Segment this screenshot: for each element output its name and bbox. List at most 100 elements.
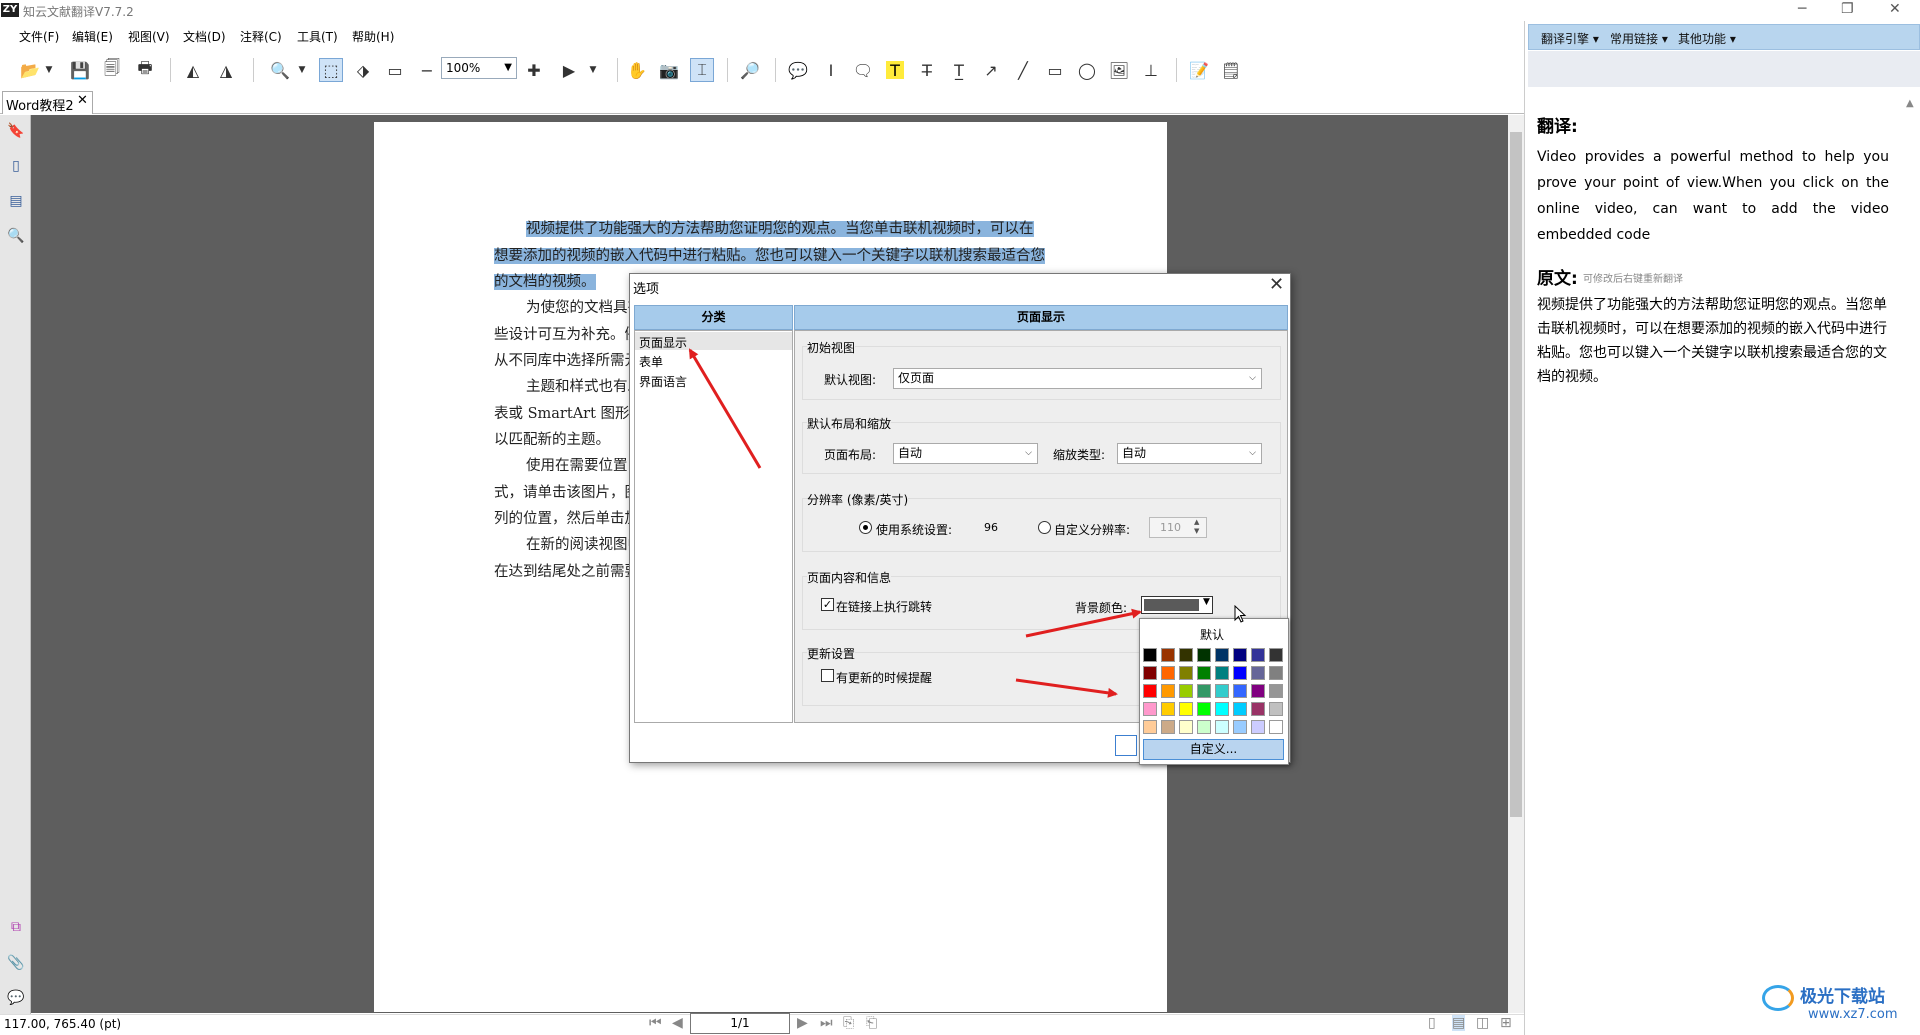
close-window-button[interactable]: ✕ <box>1889 1 1901 21</box>
palette-swatch[interactable] <box>1233 666 1247 680</box>
last-page-icon[interactable]: ⏭ <box>820 1015 833 1031</box>
palette-swatch[interactable] <box>1251 684 1265 698</box>
play-dropdown-icon[interactable]: ▼ <box>586 58 600 82</box>
forward-icon[interactable]: ⎗ <box>866 1015 877 1031</box>
spinner-arrows-icon[interactable]: ▲ ▼ <box>1194 518 1199 536</box>
print-icon[interactable]: 🖶 <box>133 58 157 82</box>
palette-swatch[interactable] <box>1233 720 1247 734</box>
palette-default-option[interactable]: 默认 <box>1200 626 1224 643</box>
layers-icon[interactable]: ▤ <box>5 190 27 212</box>
palette-swatch[interactable] <box>1233 684 1247 698</box>
category-page-display[interactable]: 页面显示 <box>639 334 687 351</box>
menu-document[interactable]: 文档(D) <box>183 28 226 45</box>
palette-swatch[interactable] <box>1269 720 1283 734</box>
minimize-button[interactable]: ─ <box>1798 1 1806 21</box>
palette-swatch[interactable] <box>1269 648 1283 662</box>
palette-swatch[interactable] <box>1233 702 1247 716</box>
palette-swatch[interactable] <box>1269 702 1283 716</box>
dialog-close-icon[interactable]: ✕ <box>1269 274 1284 295</box>
open-folder-icon[interactable]: 📂 <box>18 58 42 82</box>
palette-swatch[interactable] <box>1161 720 1175 734</box>
underline-icon[interactable]: T̲ <box>947 58 971 82</box>
rotate-right-icon[interactable]: ◮ <box>214 58 238 82</box>
fit-page-icon[interactable]: ⬚ <box>319 58 343 82</box>
palette-swatch[interactable] <box>1251 666 1265 680</box>
save-all-icon[interactable]: 🗐 <box>100 58 124 82</box>
other-functions-menu[interactable]: 其他功能 ▾ <box>1678 30 1736 47</box>
thumbnail-icon[interactable]: ▯ <box>5 155 27 177</box>
zoom-select[interactable]: 100% ▼ <box>441 57 517 79</box>
find-icon[interactable]: 🔎 <box>738 58 762 82</box>
palette-swatch[interactable] <box>1251 648 1265 662</box>
palette-swatch[interactable] <box>1179 648 1193 662</box>
image-tool-icon[interactable]: 🖼 <box>1107 58 1131 82</box>
callout-icon[interactable]: 🗨 <box>851 58 875 82</box>
zoom-dropdown-icon[interactable]: ▼ <box>295 58 309 82</box>
zoom-out-icon[interactable]: − <box>415 58 439 82</box>
two-page-view-icon[interactable]: ◫ <box>1476 1015 1489 1031</box>
palette-swatch[interactable] <box>1269 666 1283 680</box>
link-icon[interactable]: ⧉ <box>5 916 27 938</box>
line-tool-icon[interactable]: ╱ <box>1011 58 1035 82</box>
category-language[interactable]: 界面语言 <box>639 373 687 390</box>
palette-swatch[interactable] <box>1197 648 1211 662</box>
play-icon[interactable]: ▶ <box>557 58 581 82</box>
palette-swatch[interactable] <box>1161 648 1175 662</box>
palette-swatch[interactable] <box>1197 702 1211 716</box>
palette-swatch[interactable] <box>1215 684 1229 698</box>
original-text[interactable]: 视频提供了功能强大的方法帮助您证明您的观点。当您单击联机视频时，可以在想要添加的… <box>1537 293 1889 389</box>
category-form[interactable]: 表单 <box>639 353 663 370</box>
palette-swatch[interactable] <box>1215 666 1229 680</box>
palette-swatch[interactable] <box>1143 684 1157 698</box>
next-page-icon[interactable]: ▶ <box>797 1015 808 1031</box>
fit-width-icon[interactable]: ⬗ <box>351 58 375 82</box>
select-text-icon[interactable]: ⌶ <box>690 58 714 82</box>
translation-engine-menu[interactable]: 翻译引擎 ▾ <box>1541 30 1599 47</box>
zoom-in-icon[interactable]: 🔍 <box>268 58 292 82</box>
comments-icon[interactable]: 💬 <box>5 987 27 1009</box>
menu-edit[interactable]: 编辑(E) <box>72 28 113 45</box>
ellipse-tool-icon[interactable]: ◯ <box>1075 58 1099 82</box>
edit-annotation-icon[interactable]: 📝 <box>1187 58 1211 82</box>
rotate-left-icon[interactable]: ◭ <box>181 58 205 82</box>
two-page-continuous-icon[interactable]: ⊞ <box>1500 1015 1512 1031</box>
palette-custom-button[interactable]: 自定义... <box>1143 739 1284 760</box>
save-icon[interactable]: 💾 <box>68 58 92 82</box>
form-edit-icon[interactable]: 🗒 <box>1219 58 1243 82</box>
stamp-tool-icon[interactable]: ⊥ <box>1139 58 1163 82</box>
arrow-tool-icon[interactable]: ↗ <box>979 58 1003 82</box>
palette-swatch[interactable] <box>1179 684 1193 698</box>
zoom-plus-icon[interactable]: ✚ <box>522 58 546 82</box>
actual-size-icon[interactable]: ▭ <box>383 58 407 82</box>
open-dropdown-icon[interactable]: ▼ <box>42 58 56 82</box>
scrollbar-thumb[interactable] <box>1510 132 1522 817</box>
menu-view[interactable]: 视图(V) <box>128 28 170 45</box>
single-page-view-icon[interactable]: ▯ <box>1428 1015 1436 1031</box>
ok-button[interactable] <box>1115 735 1137 756</box>
palette-swatch[interactable] <box>1215 702 1229 716</box>
bookmark-icon[interactable]: 🔖 <box>5 120 27 142</box>
palette-swatch[interactable] <box>1143 666 1157 680</box>
close-tab-icon[interactable]: ✕ <box>77 93 88 108</box>
palette-swatch[interactable] <box>1161 666 1175 680</box>
chevron-down-icon[interactable]: ▼ <box>1203 597 1210 607</box>
page-number-input[interactable]: 1/1 <box>690 1013 790 1034</box>
maximize-button[interactable]: ❐ <box>1841 1 1854 21</box>
palette-swatch[interactable] <box>1161 702 1175 716</box>
palette-swatch[interactable] <box>1269 684 1283 698</box>
common-links-menu[interactable]: 常用链接 ▾ <box>1610 30 1668 47</box>
palette-swatch[interactable] <box>1215 648 1229 662</box>
snapshot-icon[interactable]: 📷 <box>657 58 681 82</box>
palette-swatch[interactable] <box>1251 720 1265 734</box>
translation-text[interactable]: Video provides a powerful method to help… <box>1537 144 1889 248</box>
first-page-icon[interactable]: ⏮ <box>649 1015 662 1031</box>
palette-swatch[interactable] <box>1179 720 1193 734</box>
palette-swatch[interactable] <box>1197 666 1211 680</box>
hand-tool-icon[interactable]: ✋ <box>625 58 649 82</box>
text-box-icon[interactable]: Ⅰ <box>819 58 843 82</box>
default-view-select[interactable]: 仅页面 ⌵ <box>893 368 1262 389</box>
attachment-icon[interactable]: 📎 <box>5 952 27 974</box>
palette-swatch[interactable] <box>1143 702 1157 716</box>
palette-swatch[interactable] <box>1197 720 1211 734</box>
update-remind-checkbox[interactable] <box>821 669 834 682</box>
